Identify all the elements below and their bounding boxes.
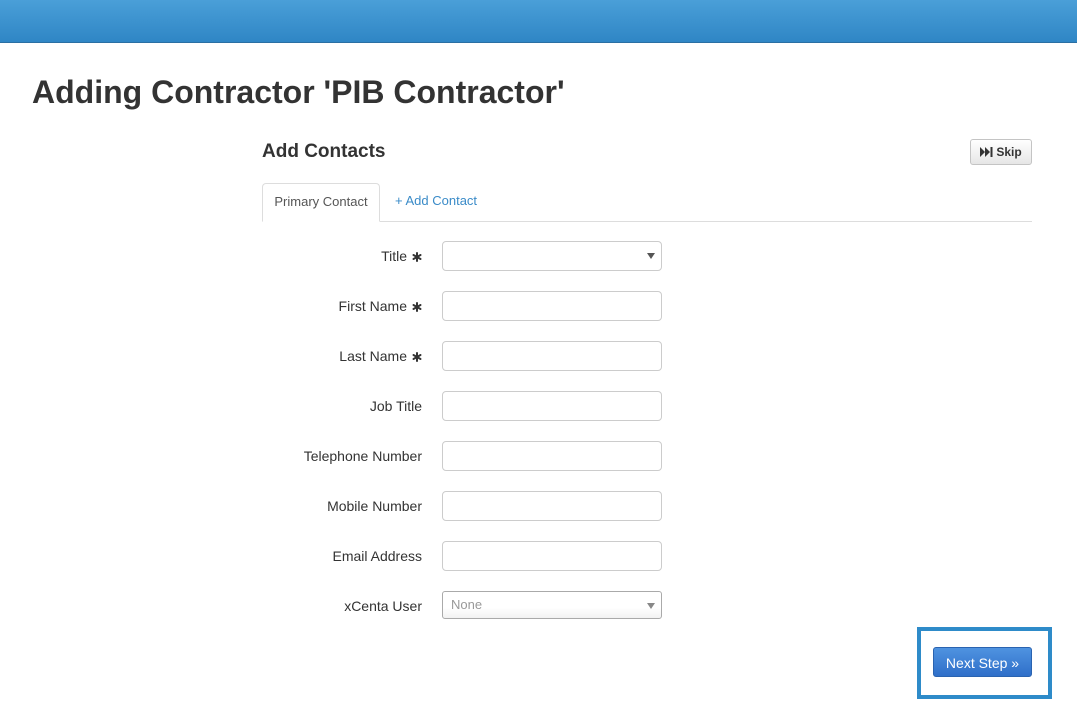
mobile-label: Mobile Number	[327, 498, 422, 514]
xcenta-user-label: xCenta User	[344, 598, 422, 614]
top-nav-bar	[0, 0, 1077, 43]
form-row-telephone: Telephone Number	[262, 441, 662, 471]
form-row-email: Email Address	[262, 541, 662, 571]
contact-tabs: Primary Contact + Add Contact	[262, 183, 1032, 222]
last-name-input[interactable]	[442, 341, 662, 371]
form-row-mobile: Mobile Number	[262, 491, 662, 521]
job-title-input[interactable]	[442, 391, 662, 421]
first-name-input[interactable]	[442, 291, 662, 321]
form-row-job-title: Job Title	[262, 391, 662, 421]
required-asterisk-icon	[412, 242, 422, 272]
fast-forward-icon	[980, 147, 993, 157]
tab-primary-contact[interactable]: Primary Contact	[262, 183, 380, 222]
form-row-xcenta-user: xCenta User None	[262, 591, 662, 621]
caret-down-icon	[647, 253, 655, 259]
form-row-first-name: First Name	[262, 291, 662, 321]
job-title-label: Job Title	[369, 398, 422, 414]
required-asterisk-icon	[412, 342, 422, 372]
skip-button[interactable]: Skip	[970, 139, 1032, 165]
next-step-button[interactable]: Next Step »	[933, 647, 1032, 677]
telephone-label: Telephone Number	[303, 448, 422, 464]
email-label: Email Address	[332, 548, 422, 564]
xcenta-user-select[interactable]: None	[442, 591, 662, 619]
tab-add-contact[interactable]: + Add Contact	[395, 183, 477, 221]
email-input[interactable]	[442, 541, 662, 571]
first-name-label: First Name	[339, 291, 422, 321]
caret-down-icon	[647, 603, 655, 609]
form-row-last-name: Last Name	[262, 341, 662, 371]
title-label: Title	[381, 241, 422, 271]
last-name-label: Last Name	[339, 341, 422, 371]
form-row-title: Title	[262, 241, 662, 271]
section-title: Add Contacts	[262, 141, 386, 162]
required-asterisk-icon	[412, 292, 422, 322]
title-select[interactable]	[442, 241, 662, 271]
mobile-input[interactable]	[442, 491, 662, 521]
skip-label: Skip	[996, 145, 1022, 159]
telephone-input[interactable]	[442, 441, 662, 471]
page-title: Adding Contractor 'PIB Contractor'	[32, 74, 565, 110]
